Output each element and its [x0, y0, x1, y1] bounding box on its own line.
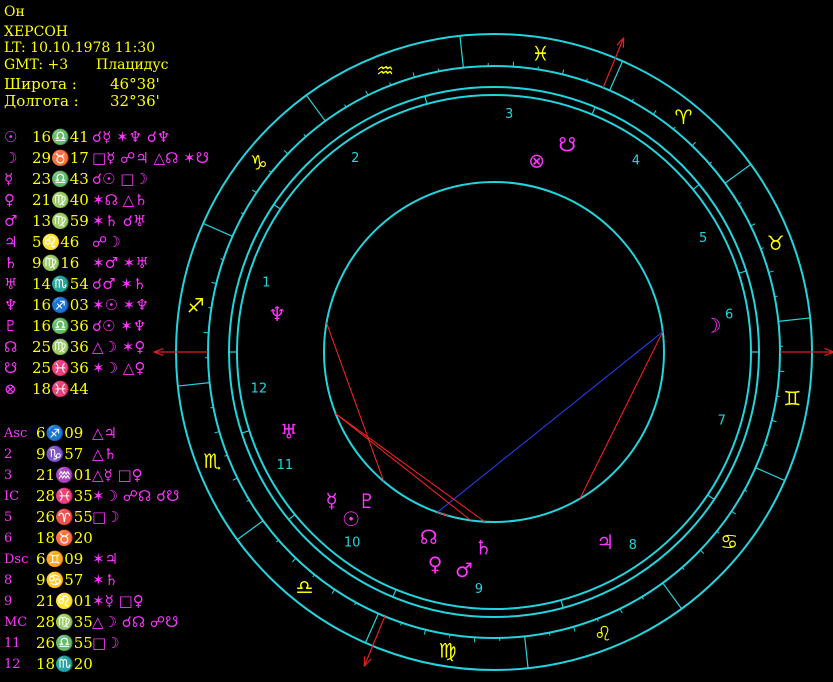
- zodiac-sign-glyph: ♓: [531, 42, 549, 66]
- degree-tick: [292, 557, 297, 563]
- mc-axis: [363, 616, 386, 667]
- house-cusp-line: [692, 183, 700, 190]
- house-cusp-line: [591, 106, 596, 115]
- house-number: 3: [505, 107, 513, 122]
- sign-boundary: [305, 94, 326, 122]
- house-number: 4: [632, 153, 640, 168]
- house-number: 2: [351, 151, 359, 166]
- house-cusp-line: [424, 96, 428, 105]
- planet-glyph: ♄: [474, 536, 492, 560]
- sign-boundary: [202, 222, 233, 237]
- house-number: 8: [629, 538, 637, 553]
- degree-tick: [283, 150, 289, 155]
- zodiac-sign-glyph: ♏: [203, 449, 221, 473]
- degree-tick: [252, 189, 257, 194]
- degree-tick: [652, 110, 657, 115]
- zodiac-sign-glyph: ♌: [594, 622, 612, 646]
- planet-glyph: ♅: [280, 420, 298, 444]
- planet-glyph: ♇: [358, 489, 376, 513]
- degree-tick: [331, 589, 336, 594]
- house-cusp-line: [273, 204, 281, 210]
- house-number: 9: [475, 582, 483, 597]
- house-number: 11: [277, 458, 294, 473]
- degree-tick: [246, 499, 250, 502]
- zodiac-sign-glyph: ♍: [439, 638, 457, 662]
- planet-glyph: ☽: [703, 314, 721, 338]
- ic-axis: [602, 37, 625, 88]
- house-cusp-line: [392, 589, 397, 598]
- house-cusp-line: [288, 514, 296, 521]
- planet-glyph: ☋: [558, 133, 576, 157]
- house-cusp-line: [738, 270, 747, 274]
- aspect-line: [437, 331, 664, 513]
- sign-boundary: [778, 317, 811, 322]
- aspect-line: [326, 322, 385, 482]
- degree-tick: [738, 202, 742, 205]
- house-number: 5: [699, 231, 707, 246]
- degree-tick: [214, 431, 220, 434]
- degree-tick: [437, 68, 440, 72]
- sign-boundary: [662, 582, 683, 610]
- degree-tick: [691, 141, 696, 147]
- sign-boundary: [236, 520, 264, 541]
- zodiac-sign-glyph: ♒: [376, 58, 394, 82]
- zodiac-sign-glyph: ♉: [767, 231, 785, 255]
- degree-tick: [232, 477, 238, 481]
- sign-boundary: [459, 35, 464, 68]
- zodiac-sign-glyph: ♎: [296, 575, 314, 599]
- house-number: 6: [725, 308, 733, 323]
- planet-glyph: ☿: [325, 488, 337, 512]
- wheel-ring-4: [236, 94, 752, 610]
- aspect-line: [579, 331, 664, 499]
- planet-glyph: ♂: [455, 558, 473, 582]
- degree-tick: [768, 270, 774, 273]
- degree-tick: [344, 104, 347, 108]
- house-cusp-line: [560, 599, 564, 608]
- house-number: 10: [344, 536, 361, 551]
- sign-boundary: [609, 60, 624, 91]
- house-number: 1: [262, 275, 270, 290]
- degree-tick: [619, 608, 623, 614]
- degree-tick: [699, 549, 705, 554]
- sign-boundary: [364, 613, 379, 644]
- zodiac-sign-glyph: ♊: [783, 386, 801, 410]
- sign-boundary: [724, 163, 752, 184]
- degree-tick: [750, 223, 756, 227]
- degree-tick: [731, 510, 736, 515]
- house-number: 12: [251, 381, 268, 396]
- sign-boundary: [177, 382, 210, 387]
- aspect-line: [335, 413, 472, 521]
- zodiac-sign-glyph: ♈: [674, 105, 692, 129]
- degree-tick: [365, 90, 369, 96]
- degree-tick: [641, 596, 644, 600]
- natal-chart-wheel: ♈♉♊♋♌♍♎♏♐♑♒♓123456789101112☉☽☿♀ ♂♃♄♅♆♇☊☋⊗: [153, 33, 833, 671]
- zodiac-sign-glyph: ♑: [250, 151, 268, 175]
- degree-tick: [548, 632, 551, 636]
- wheel-ring-3: [228, 86, 760, 618]
- degree-tick: [412, 72, 415, 78]
- sign-boundary: [524, 636, 529, 669]
- planet-glyph: ♀: [428, 552, 443, 576]
- wheel-ring-1: [175, 33, 813, 671]
- planet-glyph: ♃: [596, 530, 614, 554]
- sign-boundary: [755, 467, 786, 482]
- planet-glyph: ⊗: [528, 149, 545, 173]
- house-cusp-line: [241, 430, 250, 434]
- aspect-line: [437, 511, 449, 517]
- degree-tick: [210, 406, 214, 409]
- zodiac-sign-glyph: ♋: [720, 529, 738, 553]
- house-cusp-line: [707, 494, 715, 500]
- degree-tick: [774, 295, 778, 298]
- degree-tick: [573, 626, 576, 632]
- planet-glyph: ☊: [420, 525, 438, 549]
- wheel-ring-5: [323, 181, 665, 523]
- house-number: 7: [718, 414, 726, 429]
- planet-glyph: ♆: [268, 302, 286, 326]
- zodiac-sign-glyph: ♐: [187, 294, 205, 318]
- wheel-ring-2: [207, 65, 781, 639]
